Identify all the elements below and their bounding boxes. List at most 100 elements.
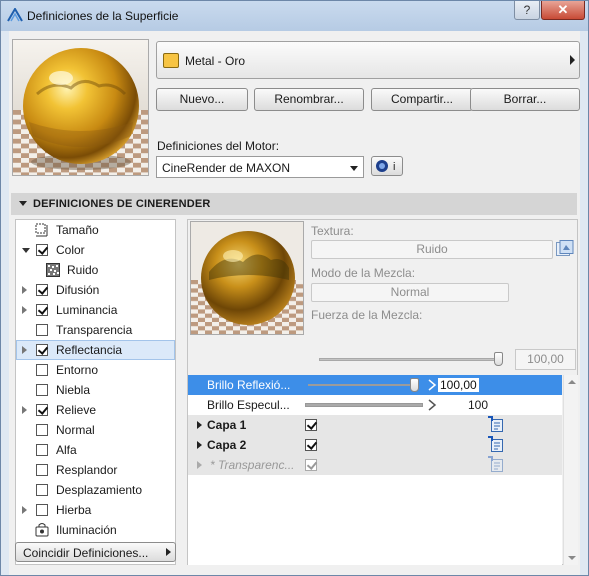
cinerender-section-header[interactable]: DEFINICIONES DE CINERENDER: [11, 193, 577, 215]
match-settings-label: Coincidir Definiciones...: [23, 546, 149, 560]
engine-dropdown[interactable]: CineRender de MAXON: [156, 156, 364, 178]
rename-button[interactable]: Renombrar...: [254, 88, 364, 111]
expand-arrow-icon[interactable]: [22, 346, 27, 354]
window-title: Definiciones de la Superficie: [27, 9, 179, 23]
expand-arrow-icon[interactable]: [22, 406, 27, 414]
luminance-checkbox[interactable]: [36, 304, 48, 316]
tree-item-label: Transparencia: [56, 323, 133, 337]
layer-texture-icon[interactable]: [488, 416, 504, 433]
expand-arrow-icon[interactable]: [22, 248, 30, 253]
texture-field[interactable]: Ruido: [311, 240, 553, 259]
expand-arrow-icon[interactable]: [22, 286, 27, 294]
tree-item-size[interactable]: Tamaño: [16, 220, 175, 240]
normal-checkbox[interactable]: [36, 424, 48, 436]
cinema4d-icon: i: [376, 160, 395, 173]
blend-strength-value[interactable]: 100,00: [515, 349, 576, 370]
tree-item-noise[interactable]: Ruido: [16, 260, 175, 280]
blend-mode-label: Modo de la Mezcla:: [311, 266, 416, 280]
tree-item-label: Iluminación: [56, 523, 117, 537]
share-button[interactable]: Compartir...: [371, 88, 473, 111]
expand-arrow-icon[interactable]: [22, 306, 27, 314]
title-bar[interactable]: Definiciones de la Superficie ? ✕: [1, 1, 588, 31]
collapse-triangle-icon: [19, 201, 27, 206]
blend-strength-slider[interactable]: [319, 358, 500, 361]
texture-picker-icon[interactable]: [556, 240, 574, 257]
link-arrow-icon: [428, 379, 437, 391]
grass-checkbox[interactable]: [36, 504, 48, 516]
engine-selected-value: CineRender de MAXON: [162, 161, 291, 175]
new-button[interactable]: Nuevo...: [156, 88, 248, 111]
tree-item-grass[interactable]: Hierba: [16, 500, 175, 520]
table-row-layer-1[interactable]: Capa 1: [188, 415, 562, 435]
fog-checkbox[interactable]: [36, 384, 48, 396]
tree-item-label: Niebla: [56, 383, 91, 397]
displacement-checkbox[interactable]: [36, 484, 48, 496]
alpha-checkbox[interactable]: [36, 444, 48, 456]
layer-texture-icon: [488, 456, 503, 472]
tree-item-fog[interactable]: Niebla: [16, 380, 175, 400]
reflectance-checkbox[interactable]: [36, 344, 48, 356]
transparency-checkbox[interactable]: [36, 324, 48, 336]
tree-item-label: Tamaño: [56, 223, 99, 237]
expand-arrow-icon[interactable]: [197, 441, 202, 449]
noise-texture-icon: [46, 263, 60, 277]
expand-arrow-icon[interactable]: [197, 421, 202, 429]
tree-item-label: Alfa: [56, 443, 77, 457]
blend-strength-label: Fuerza de la Mezcla:: [311, 308, 423, 322]
table-scrollbar[interactable]: [563, 375, 578, 565]
tree-item-bump[interactable]: Relieve: [16, 400, 175, 420]
tree-item-transparency[interactable]: Transparencia: [16, 320, 175, 340]
scroll-up-icon[interactable]: [568, 380, 576, 384]
channel-tree: Tamaño Color Ruido Difusión Luminancia T…: [15, 219, 176, 565]
layer-2-checkbox[interactable]: [305, 439, 317, 451]
tree-item-label: Entorno: [56, 363, 99, 377]
match-settings-button[interactable]: Coincidir Definiciones...: [15, 542, 176, 562]
engine-info-button[interactable]: i: [371, 156, 403, 176]
tree-item-reflectance[interactable]: Reflectancia: [16, 340, 175, 360]
tree-item-diffusion[interactable]: Difusión: [16, 280, 175, 300]
transparency-layer-checkbox: [305, 459, 317, 471]
help-button[interactable]: ?: [514, 1, 540, 20]
channel-settings-panel: Textura: Ruido Modo de la Mezcla: Normal…: [187, 219, 578, 565]
blend-strength-slider-thumb[interactable]: [494, 352, 503, 366]
delete-button[interactable]: Borrar...: [470, 88, 580, 111]
expand-arrow-icon[interactable]: [22, 506, 27, 514]
tree-item-color[interactable]: Color: [16, 240, 175, 260]
tree-item-luminance[interactable]: Luminancia: [16, 300, 175, 320]
param-label: * Transparenc...: [210, 458, 295, 472]
scroll-down-icon[interactable]: [568, 556, 576, 560]
tree-item-displacement[interactable]: Desplazamiento: [16, 480, 175, 500]
close-button[interactable]: ✕: [541, 1, 585, 20]
diffusion-checkbox[interactable]: [36, 284, 48, 296]
tree-item-illumination[interactable]: Iluminación: [16, 520, 175, 540]
bump-checkbox[interactable]: [36, 404, 48, 416]
surface-settings-window: Definiciones de la Superficie ? ✕ Metal …: [0, 0, 589, 576]
glow-checkbox[interactable]: [36, 464, 48, 476]
layer-texture-icon[interactable]: [488, 436, 504, 453]
environment-checkbox[interactable]: [36, 364, 48, 376]
surface-name: Metal - Oro: [185, 54, 246, 68]
surface-selector[interactable]: Metal - Oro: [156, 41, 580, 79]
tree-item-alpha[interactable]: Alfa: [16, 440, 175, 460]
blend-mode-dropdown[interactable]: Normal: [311, 283, 509, 302]
table-row-transparency: * Transparenc...: [188, 455, 562, 475]
table-row-layer-2[interactable]: Capa 2: [188, 435, 562, 455]
link-arrow-icon: [428, 399, 437, 411]
tree-item-label: Reflectancia: [56, 343, 123, 357]
layer-1-checkbox[interactable]: [305, 419, 317, 431]
tree-item-normal[interactable]: Normal: [16, 420, 175, 440]
tree-item-label: Desplazamiento: [56, 483, 143, 497]
color-checkbox[interactable]: [36, 244, 48, 256]
reflection-brightness-value[interactable]: 100,00: [438, 378, 479, 392]
tree-item-glow[interactable]: Resplandor: [16, 460, 175, 480]
specular-brightness-value[interactable]: 100: [468, 398, 488, 412]
surface-color-swatch: [163, 53, 179, 68]
reflection-brightness-slider[interactable]: [308, 384, 413, 386]
size-icon: [35, 223, 48, 237]
tree-item-environment[interactable]: Entorno: [16, 360, 175, 380]
table-row-reflection-brightness[interactable]: Brillo Reflexió... 100,00: [188, 375, 562, 395]
dialog-content: Metal - Oro Nuevo... Renombrar... Compar…: [9, 31, 580, 575]
reflection-brightness-slider-thumb[interactable]: [410, 378, 419, 392]
table-row-specular-brightness[interactable]: Brillo Especul... 100: [188, 395, 562, 415]
specular-brightness-slider[interactable]: [305, 403, 423, 407]
